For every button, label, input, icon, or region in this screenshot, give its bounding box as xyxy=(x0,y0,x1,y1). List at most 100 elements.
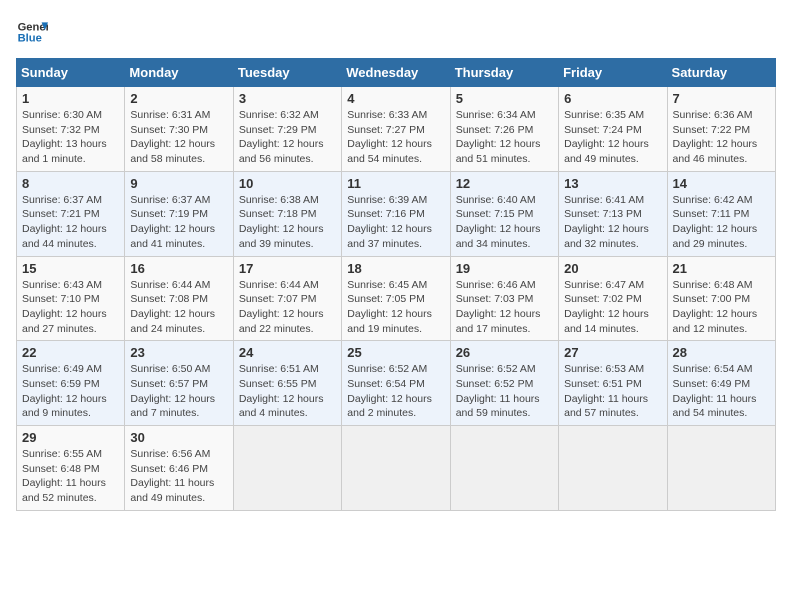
day-info: Sunrise: 6:47 AMSunset: 7:02 PMDaylight:… xyxy=(564,278,661,337)
day-number: 17 xyxy=(239,261,336,276)
day-info: Sunrise: 6:51 AMSunset: 6:55 PMDaylight:… xyxy=(239,362,336,421)
calendar-cell: 3 Sunrise: 6:32 AMSunset: 7:29 PMDaylight… xyxy=(233,87,341,172)
day-number: 6 xyxy=(564,91,661,106)
calendar-cell: 4Sunrise: 6:33 AMSunset: 7:27 PMDaylight… xyxy=(342,87,450,172)
calendar-week-1: 8 Sunrise: 6:37 AMSunset: 7:21 PMDaylight… xyxy=(17,171,776,256)
day-number: 1 xyxy=(22,91,119,106)
day-number: 12 xyxy=(456,176,553,191)
day-number: 19 xyxy=(456,261,553,276)
weekday-header-friday: Friday xyxy=(559,59,667,87)
day-info: Sunrise: 6:31 AMSunset: 7:30 PMDaylight:… xyxy=(130,108,227,167)
calendar-cell xyxy=(233,426,341,511)
day-info: Sunrise: 6:42 AMSunset: 7:11 PMDaylight:… xyxy=(673,193,770,252)
day-number: 7 xyxy=(673,91,770,106)
calendar-week-0: 1 Sunrise: 6:30 AMSunset: 7:32 PMDaylight… xyxy=(17,87,776,172)
calendar-cell xyxy=(559,426,667,511)
day-number: 20 xyxy=(564,261,661,276)
weekday-header-tuesday: Tuesday xyxy=(233,59,341,87)
day-info: Sunrise: 6:54 AMSunset: 6:49 PMDaylight:… xyxy=(673,362,770,421)
header: General Blue xyxy=(16,16,776,48)
day-info: Sunrise: 6:37 AMSunset: 7:19 PMDaylight:… xyxy=(130,193,227,252)
calendar-cell: 9 Sunrise: 6:37 AMSunset: 7:19 PMDaylight… xyxy=(125,171,233,256)
calendar-cell: 5Sunrise: 6:34 AMSunset: 7:26 PMDaylight… xyxy=(450,87,558,172)
day-info: Sunrise: 6:38 AMSunset: 7:18 PMDaylight:… xyxy=(239,193,336,252)
calendar-cell xyxy=(342,426,450,511)
calendar-cell: 6 Sunrise: 6:35 AMSunset: 7:24 PMDaylight… xyxy=(559,87,667,172)
day-number: 25 xyxy=(347,345,444,360)
day-info: Sunrise: 6:52 AMSunset: 6:54 PMDaylight:… xyxy=(347,362,444,421)
day-number: 27 xyxy=(564,345,661,360)
day-info: Sunrise: 6:32 AMSunset: 7:29 PMDaylight:… xyxy=(239,108,336,167)
calendar-cell: 19 Sunrise: 6:46 AMSunset: 7:03 PMDayligh… xyxy=(450,256,558,341)
calendar-cell: 20 Sunrise: 6:47 AMSunset: 7:02 PMDayligh… xyxy=(559,256,667,341)
day-number: 3 xyxy=(239,91,336,106)
day-number: 2 xyxy=(130,91,227,106)
day-number: 21 xyxy=(673,261,770,276)
day-info: Sunrise: 6:37 AMSunset: 7:21 PMDaylight:… xyxy=(22,193,119,252)
calendar-cell: 18 Sunrise: 6:45 AMSunset: 7:05 PMDayligh… xyxy=(342,256,450,341)
day-number: 8 xyxy=(22,176,119,191)
calendar-cell: 22 Sunrise: 6:49 AMSunset: 6:59 PMDayligh… xyxy=(17,341,125,426)
calendar-cell: 29 Sunrise: 6:55 AMSunset: 6:48 PMDayligh… xyxy=(17,426,125,511)
day-number: 4 xyxy=(347,91,444,106)
day-info: Sunrise: 6:48 AMSunset: 7:00 PMDaylight:… xyxy=(673,278,770,337)
day-number: 10 xyxy=(239,176,336,191)
day-info: Sunrise: 6:36 AMSunset: 7:22 PMDaylight:… xyxy=(673,108,770,167)
calendar-cell: 10 Sunrise: 6:38 AMSunset: 7:18 PMDayligh… xyxy=(233,171,341,256)
calendar-cell: 30 Sunrise: 6:56 AMSunset: 6:46 PMDayligh… xyxy=(125,426,233,511)
day-number: 28 xyxy=(673,345,770,360)
day-info: Sunrise: 6:40 AMSunset: 7:15 PMDaylight:… xyxy=(456,193,553,252)
day-info: Sunrise: 6:56 AMSunset: 6:46 PMDaylight:… xyxy=(130,447,227,506)
day-number: 24 xyxy=(239,345,336,360)
day-info: Sunrise: 6:50 AMSunset: 6:57 PMDaylight:… xyxy=(130,362,227,421)
header-row: SundayMondayTuesdayWednesdayThursdayFrid… xyxy=(17,59,776,87)
day-info: Sunrise: 6:44 AMSunset: 7:08 PMDaylight:… xyxy=(130,278,227,337)
day-info: Sunrise: 6:35 AMSunset: 7:24 PMDaylight:… xyxy=(564,108,661,167)
calendar-cell: 17 Sunrise: 6:44 AMSunset: 7:07 PMDayligh… xyxy=(233,256,341,341)
day-number: 13 xyxy=(564,176,661,191)
day-info: Sunrise: 6:49 AMSunset: 6:59 PMDaylight:… xyxy=(22,362,119,421)
weekday-header-sunday: Sunday xyxy=(17,59,125,87)
calendar-cell: 16 Sunrise: 6:44 AMSunset: 7:08 PMDayligh… xyxy=(125,256,233,341)
calendar-cell: 23 Sunrise: 6:50 AMSunset: 6:57 PMDayligh… xyxy=(125,341,233,426)
calendar-cell xyxy=(450,426,558,511)
calendar-cell: 14 Sunrise: 6:42 AMSunset: 7:11 PMDayligh… xyxy=(667,171,775,256)
day-info: Sunrise: 6:44 AMSunset: 7:07 PMDaylight:… xyxy=(239,278,336,337)
day-number: 16 xyxy=(130,261,227,276)
calendar-table: SundayMondayTuesdayWednesdayThursdayFrid… xyxy=(16,58,776,511)
calendar-cell: 7 Sunrise: 6:36 AMSunset: 7:22 PMDaylight… xyxy=(667,87,775,172)
day-number: 22 xyxy=(22,345,119,360)
day-info: Sunrise: 6:46 AMSunset: 7:03 PMDaylight:… xyxy=(456,278,553,337)
day-number: 29 xyxy=(22,430,119,445)
weekday-header-saturday: Saturday xyxy=(667,59,775,87)
calendar-cell: 26 Sunrise: 6:52 AMSunset: 6:52 PMDayligh… xyxy=(450,341,558,426)
logo: General Blue xyxy=(16,16,48,48)
calendar-header: SundayMondayTuesdayWednesdayThursdayFrid… xyxy=(17,59,776,87)
day-number: 23 xyxy=(130,345,227,360)
calendar-week-4: 29 Sunrise: 6:55 AMSunset: 6:48 PMDayligh… xyxy=(17,426,776,511)
day-info: Sunrise: 6:52 AMSunset: 6:52 PMDaylight:… xyxy=(456,362,553,421)
calendar-cell: 27Sunrise: 6:53 AMSunset: 6:51 PMDayligh… xyxy=(559,341,667,426)
weekday-header-wednesday: Wednesday xyxy=(342,59,450,87)
day-number: 15 xyxy=(22,261,119,276)
day-info: Sunrise: 6:41 AMSunset: 7:13 PMDaylight:… xyxy=(564,193,661,252)
calendar-cell: 24 Sunrise: 6:51 AMSunset: 6:55 PMDayligh… xyxy=(233,341,341,426)
calendar-cell: 1 Sunrise: 6:30 AMSunset: 7:32 PMDaylight… xyxy=(17,87,125,172)
day-number: 11 xyxy=(347,176,444,191)
day-info: Sunrise: 6:43 AMSunset: 7:10 PMDaylight:… xyxy=(22,278,119,337)
day-info: Sunrise: 6:30 AMSunset: 7:32 PMDaylight:… xyxy=(22,108,119,167)
day-number: 14 xyxy=(673,176,770,191)
day-info: Sunrise: 6:55 AMSunset: 6:48 PMDaylight:… xyxy=(22,447,119,506)
day-number: 9 xyxy=(130,176,227,191)
day-number: 30 xyxy=(130,430,227,445)
calendar-week-3: 22 Sunrise: 6:49 AMSunset: 6:59 PMDayligh… xyxy=(17,341,776,426)
day-info: Sunrise: 6:39 AMSunset: 7:16 PMDaylight:… xyxy=(347,193,444,252)
calendar-cell: 8 Sunrise: 6:37 AMSunset: 7:21 PMDaylight… xyxy=(17,171,125,256)
day-number: 18 xyxy=(347,261,444,276)
calendar-cell: 28 Sunrise: 6:54 AMSunset: 6:49 PMDayligh… xyxy=(667,341,775,426)
calendar-cell: 21 Sunrise: 6:48 AMSunset: 7:00 PMDayligh… xyxy=(667,256,775,341)
day-number: 26 xyxy=(456,345,553,360)
calendar-cell: 25 Sunrise: 6:52 AMSunset: 6:54 PMDayligh… xyxy=(342,341,450,426)
day-info: Sunrise: 6:45 AMSunset: 7:05 PMDaylight:… xyxy=(347,278,444,337)
day-number: 5 xyxy=(456,91,553,106)
